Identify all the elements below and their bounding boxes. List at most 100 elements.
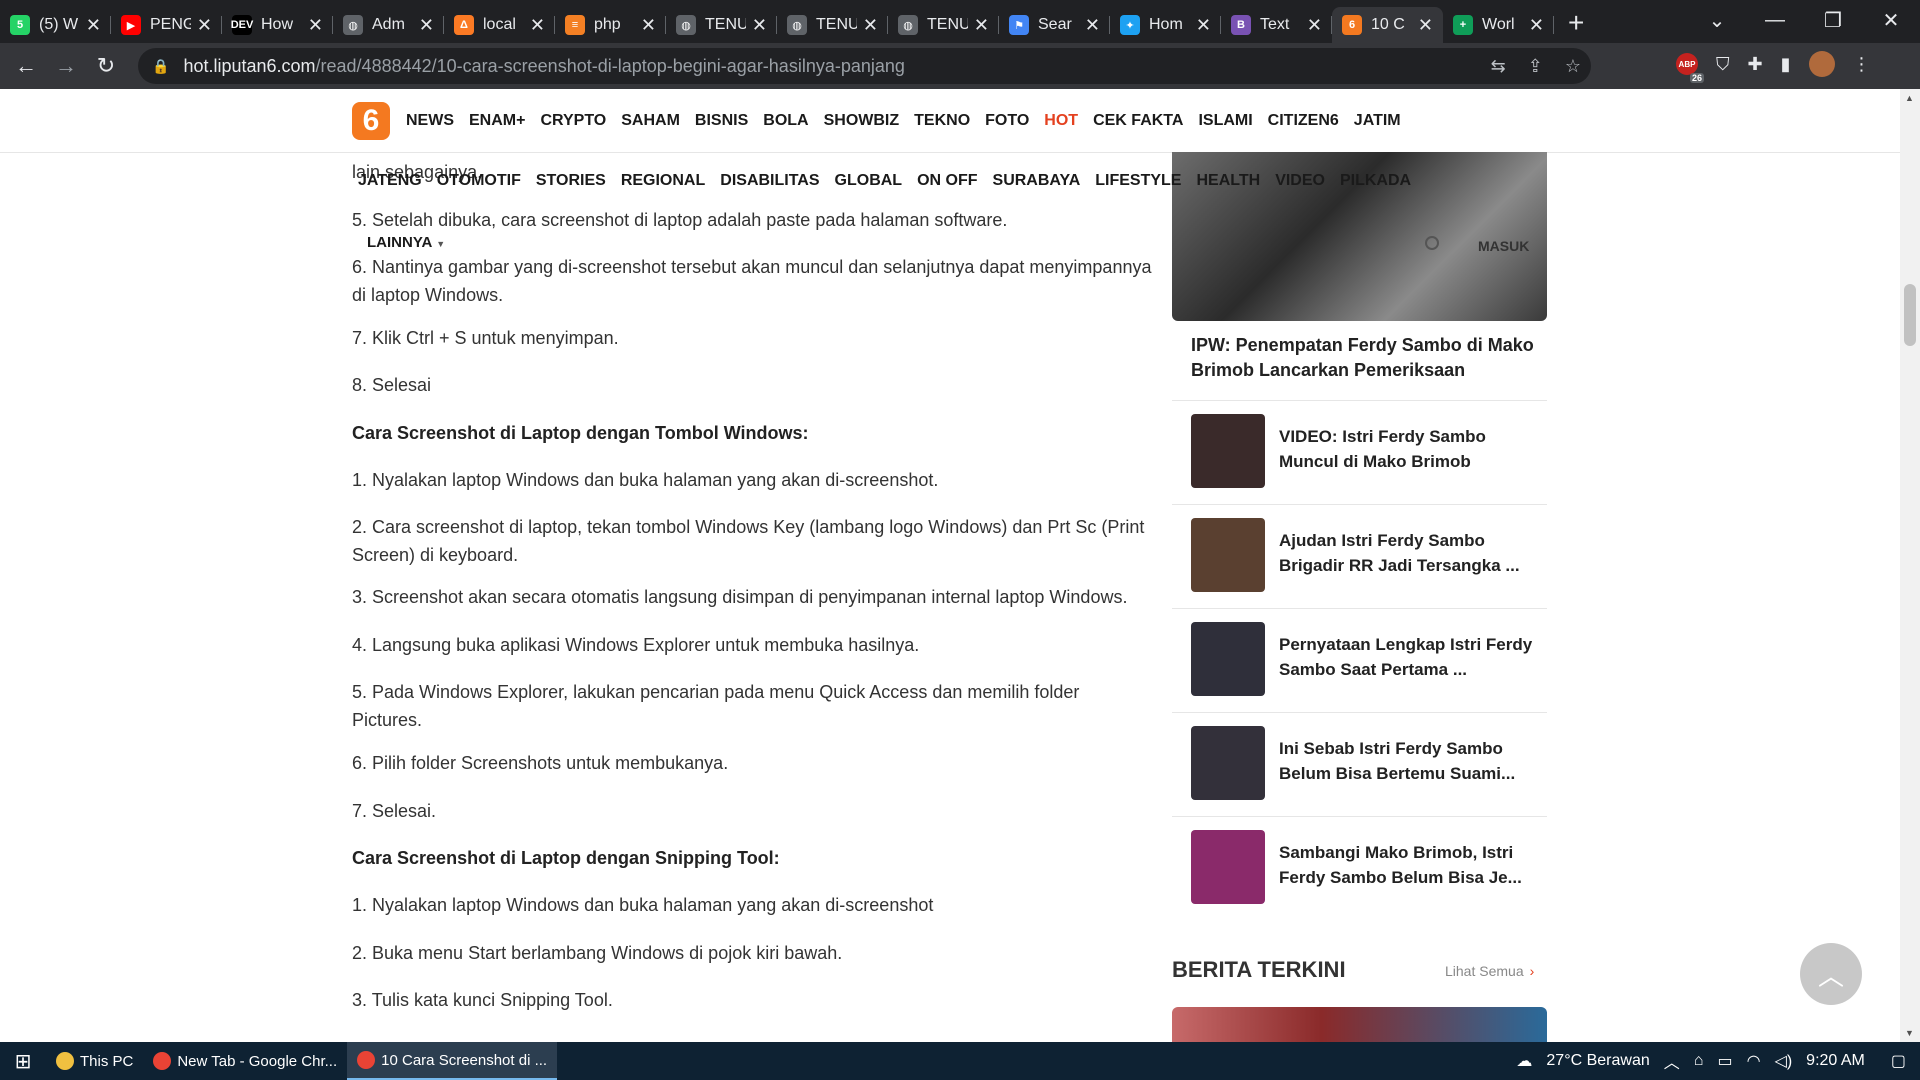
tab-close-icon[interactable]: ✕ <box>1307 15 1322 36</box>
nav-item[interactable]: BOLA <box>763 112 808 130</box>
tab-search-icon[interactable]: ⌄ <box>1688 0 1746 40</box>
tab-close-icon[interactable]: ✕ <box>308 15 323 36</box>
login-link[interactable]: MASUK <box>1478 238 1529 254</box>
browser-tab[interactable]: DEV How ✕ <box>222 7 333 43</box>
scroll-up-arrow[interactable]: ▲ <box>1905 93 1914 103</box>
bookmark-star-icon[interactable]: ☆ <box>1565 56 1581 77</box>
tray-chevron-icon[interactable]: ︿ <box>1664 1049 1680 1073</box>
nav-item[interactable]: HOT <box>1044 112 1078 130</box>
nav-item[interactable]: SHOWBIZ <box>824 112 900 130</box>
scroll-thumb[interactable] <box>1904 284 1916 346</box>
nav-item[interactable]: FOTO <box>985 112 1029 130</box>
taskbar-app[interactable]: New Tab - Google Chr... <box>143 1042 347 1080</box>
tab-close-icon[interactable]: ✕ <box>1085 15 1100 36</box>
browser-tab[interactable]: ≡ php ✕ <box>555 7 666 43</box>
restore-button[interactable]: ❐ <box>1804 0 1862 40</box>
nav-item[interactable]: LIFESTYLE <box>1095 172 1181 190</box>
tab-close-icon[interactable]: ✕ <box>1196 15 1211 36</box>
browser-tab[interactable]: ◍ TENU ✕ <box>666 7 777 43</box>
browser-tab[interactable]: + Worl ✕ <box>1443 7 1554 43</box>
menu-kebab-icon[interactable]: ⋮ <box>1853 54 1871 75</box>
tab-close-icon[interactable]: ✕ <box>530 15 545 36</box>
more-menu[interactable]: LAINNYA ▼ <box>367 234 445 251</box>
tab-close-icon[interactable]: ✕ <box>974 15 989 36</box>
notifications-icon[interactable]: ▢ <box>1891 1051 1906 1071</box>
news-thumbnail[interactable] <box>1191 414 1265 488</box>
nav-item[interactable]: ENAM+ <box>469 112 525 130</box>
nav-item[interactable]: BISNIS <box>695 112 748 130</box>
windows-start-icon[interactable]: ⊞ <box>0 1042 46 1080</box>
browser-tab[interactable]: B Text ✕ <box>1221 7 1332 43</box>
network-icon[interactable]: ⌂ <box>1694 1052 1704 1070</box>
nav-item[interactable]: STORIES <box>536 172 606 190</box>
taskbar-app[interactable]: This PC <box>46 1042 143 1080</box>
browser-tab[interactable]: ✦ Hom ✕ <box>1110 7 1221 43</box>
nav-item[interactable]: ON OFF <box>917 172 977 190</box>
related-news-item[interactable]: Sambangi Mako Brimob, Istri Ferdy Sambo … <box>1172 816 1547 920</box>
browser-tab[interactable]: Δlocal ✕ <box>444 7 555 43</box>
tab-close-icon[interactable]: ✕ <box>197 15 212 36</box>
reload-button[interactable]: ↻ <box>86 46 126 86</box>
nav-item[interactable]: CRYPTO <box>540 112 606 130</box>
taskbar-app[interactable]: 10 Cara Screenshot di ... <box>347 1042 558 1080</box>
related-news-item[interactable]: VIDEO: Istri Ferdy Sambo Muncul di Mako … <box>1172 400 1547 504</box>
browser-tab[interactable]: ◍ TENU ✕ <box>777 7 888 43</box>
news-headline[interactable]: Ini Sebab Istri Ferdy Sambo Belum Bisa B… <box>1279 736 1539 786</box>
hero-headline[interactable]: IPW: Penempatan Ferdy Sambo di Mako Brim… <box>1191 333 1541 383</box>
tab-close-icon[interactable]: ✕ <box>863 15 878 36</box>
tab-close-icon[interactable]: ✕ <box>86 15 101 36</box>
nav-item[interactable]: DISABILITAS <box>720 172 819 190</box>
minimize-button[interactable]: — <box>1746 0 1804 40</box>
nav-item[interactable]: PILKADA <box>1340 172 1411 190</box>
browser-tab[interactable]: 5 (5) W ✕ <box>0 7 111 43</box>
weather-text[interactable]: 27°C Berawan <box>1546 1052 1649 1070</box>
nav-item[interactable]: REGIONAL <box>621 172 705 190</box>
latest-news-image[interactable] <box>1172 1007 1547 1042</box>
see-all-link[interactable]: Lihat Semua › <box>1445 963 1534 979</box>
news-headline[interactable]: VIDEO: Istri Ferdy Sambo Muncul di Mako … <box>1279 424 1539 474</box>
nav-item[interactable]: GLOBAL <box>835 172 903 190</box>
news-headline[interactable]: Pernyataan Lengkap Istri Ferdy Sambo Saa… <box>1279 632 1539 682</box>
search-icon[interactable] <box>1425 236 1439 250</box>
cloud-weather-icon[interactable]: ☁ <box>1516 1051 1532 1071</box>
nav-item[interactable]: TEKNO <box>914 112 970 130</box>
news-headline[interactable]: Ajudan Istri Ferdy Sambo Brigadir RR Jad… <box>1279 528 1539 578</box>
back-to-top-button[interactable]: ︿ <box>1800 943 1862 1005</box>
nav-item[interactable]: CITIZEN6 <box>1268 112 1339 130</box>
tab-close-icon[interactable]: ✕ <box>1418 15 1433 36</box>
related-news-item[interactable]: Ini Sebab Istri Ferdy Sambo Belum Bisa B… <box>1172 712 1547 816</box>
news-thumbnail[interactable] <box>1191 830 1265 904</box>
nav-item[interactable]: HEALTH <box>1196 172 1260 190</box>
battery-icon[interactable]: ▭ <box>1717 1051 1732 1071</box>
news-thumbnail[interactable] <box>1191 518 1265 592</box>
translate-icon[interactable]: ⇆ <box>1491 56 1506 77</box>
related-news-item[interactable]: Ajudan Istri Ferdy Sambo Brigadir RR Jad… <box>1172 504 1547 608</box>
new-tab-button[interactable]: + <box>1554 7 1598 43</box>
news-thumbnail[interactable] <box>1191 726 1265 800</box>
tab-close-icon[interactable]: ✕ <box>752 15 767 36</box>
adblock-extension-icon[interactable]: ABP 26 <box>1676 53 1704 83</box>
forward-button[interactable]: → <box>46 46 86 86</box>
page-scrollbar[interactable]: ▲ ▼ <box>1900 89 1920 1042</box>
wifi-icon[interactable]: ◠ <box>1747 1051 1761 1071</box>
close-window-button[interactable]: ✕ <box>1862 0 1920 40</box>
volume-icon[interactable]: ◁) <box>1775 1051 1793 1071</box>
browser-tab[interactable]: ◍ TENU ✕ <box>888 7 999 43</box>
lock-icon[interactable]: 🔒 <box>152 58 169 75</box>
address-bar[interactable]: 🔒 hot.liputan6.com/read/4888442/10-cara-… <box>138 48 1591 84</box>
nav-item[interactable]: CEK FAKTA <box>1093 112 1183 130</box>
nav-item[interactable]: SAHAM <box>621 112 680 130</box>
puzzle-extensions-icon[interactable]: ✚ <box>1748 54 1763 75</box>
browser-tab[interactable]: ▶ PENG ✕ <box>111 7 222 43</box>
tab-close-icon[interactable]: ✕ <box>1529 15 1544 36</box>
nav-item[interactable]: ISLAMI <box>1198 112 1252 130</box>
share-icon[interactable]: ⇪ <box>1528 56 1543 77</box>
back-button[interactable]: ← <box>6 46 46 86</box>
side-panel-icon[interactable]: ▮ <box>1781 54 1791 75</box>
news-thumbnail[interactable] <box>1191 622 1265 696</box>
tab-close-icon[interactable]: ✕ <box>419 15 434 36</box>
clock[interactable]: 9:20 AM <box>1806 1052 1865 1070</box>
browser-tab[interactable]: ⚑ Sear ✕ <box>999 7 1110 43</box>
profile-avatar[interactable] <box>1808 51 1835 77</box>
nav-item[interactable]: SURABAYA <box>993 172 1081 190</box>
